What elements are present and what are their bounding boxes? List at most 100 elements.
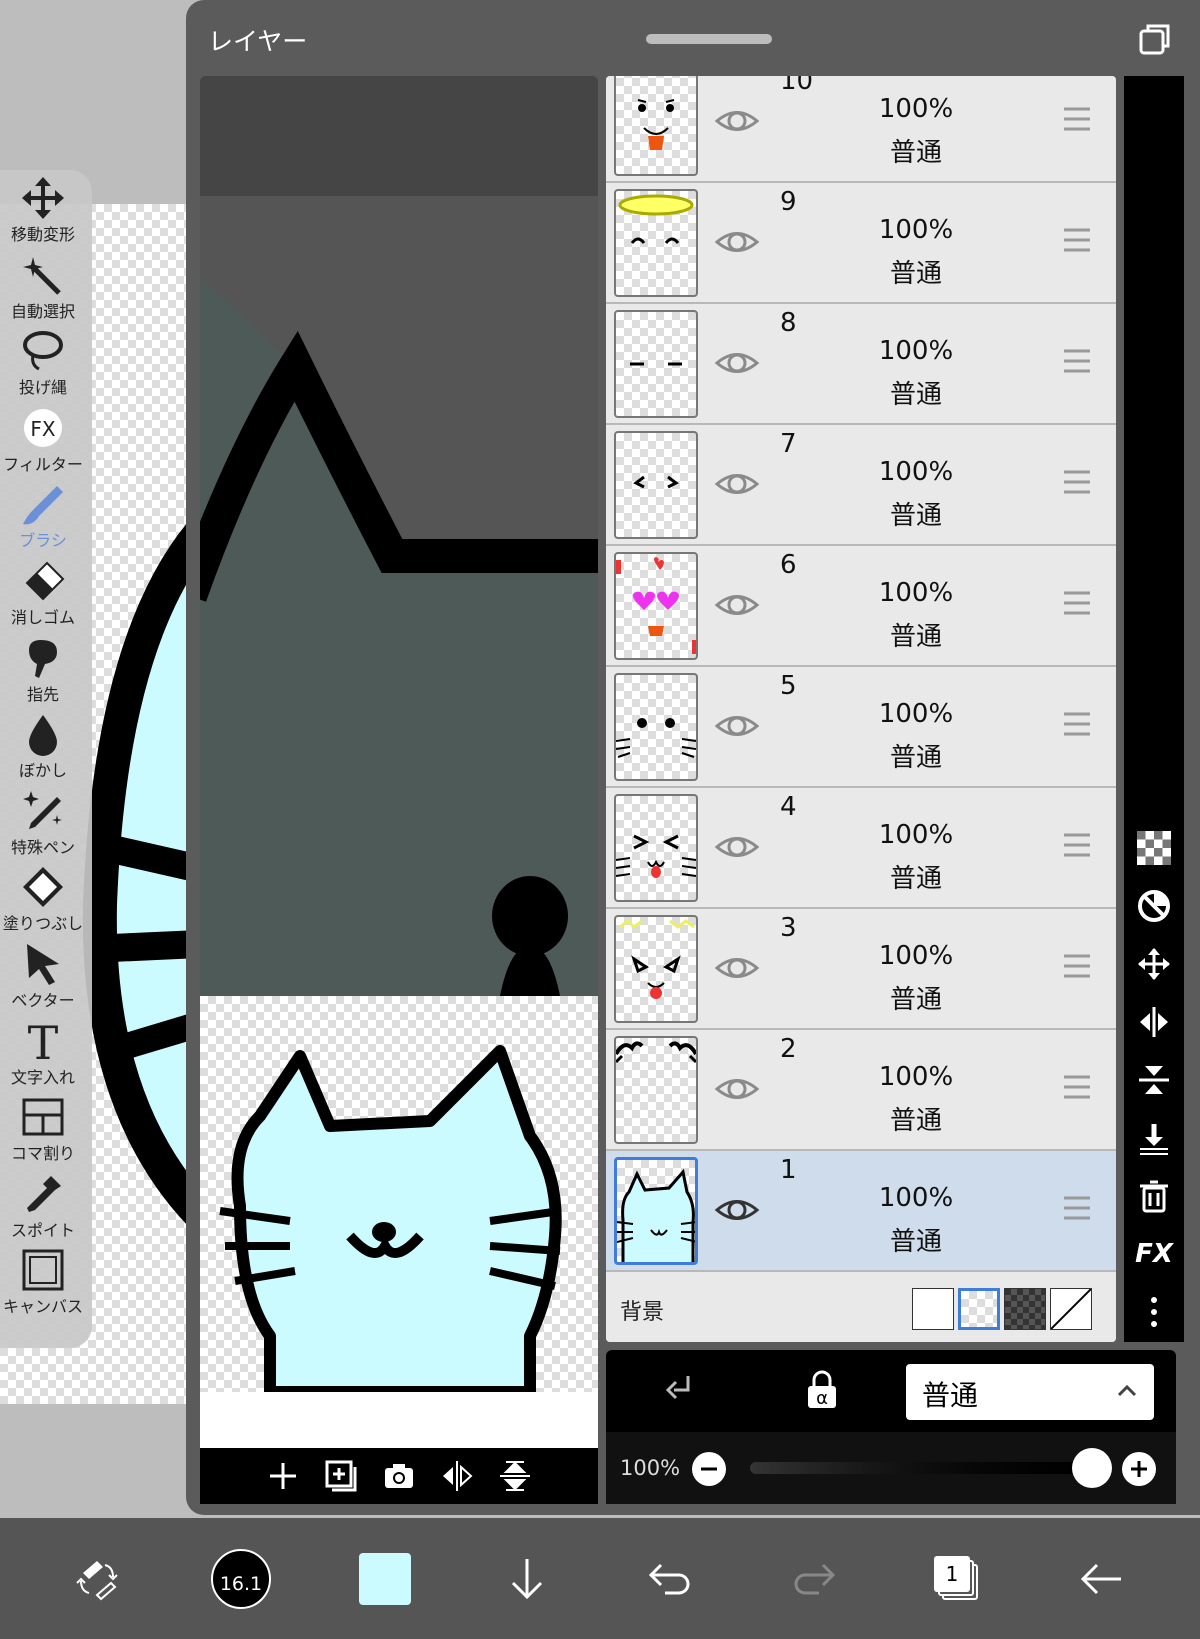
- add-layer-copy-icon[interactable]: [324, 1459, 358, 1493]
- drag-handle-icon[interactable]: [1062, 590, 1092, 616]
- layer-row[interactable]: 8 100% 普通: [606, 304, 1116, 425]
- visibility-eye-icon[interactable]: [714, 1187, 760, 1233]
- tool-text[interactable]: T 文字入れ: [0, 1019, 86, 1096]
- layer-fx-icon[interactable]: FX: [1132, 1234, 1176, 1274]
- opacity-slider-track[interactable]: [750, 1462, 1090, 1474]
- tool-canvas[interactable]: キャンバス: [0, 1248, 86, 1325]
- drag-handle-icon[interactable]: [1062, 348, 1092, 374]
- tool-magic[interactable]: 自動選択: [0, 253, 86, 330]
- tool-vector[interactable]: ベクター: [0, 942, 86, 1019]
- layer-row[interactable]: 4 100% 普通: [606, 788, 1116, 909]
- opacity-decrease-button[interactable]: [690, 1450, 728, 1492]
- back-arrow-icon[interactable]: [1070, 1548, 1132, 1610]
- tool-blur[interactable]: ぼかし: [0, 712, 86, 789]
- layer-row[interactable]: 3 100% 普通: [606, 909, 1116, 1030]
- add-layer-icon[interactable]: [266, 1459, 300, 1493]
- color-button[interactable]: [354, 1548, 416, 1610]
- layer-opacity: 100%: [878, 941, 954, 971]
- visibility-eye-icon[interactable]: [714, 703, 760, 749]
- layer-row[interactable]: 9 100% 普通: [606, 183, 1116, 304]
- layer-opacity: 100%: [878, 699, 954, 729]
- tool-filter[interactable]: FX フィルター: [0, 406, 86, 483]
- layer-row[interactable]: 10 100% 普通: [606, 76, 1116, 183]
- flip-horizontal-icon[interactable]: [440, 1459, 474, 1493]
- drag-handle-icon[interactable]: [1062, 1074, 1092, 1100]
- tool-eraser[interactable]: 消しゴム: [0, 559, 86, 636]
- brush-size-button[interactable]: 16.1: [210, 1548, 272, 1610]
- drag-handle-icon[interactable]: [1062, 832, 1092, 858]
- drag-handle-icon[interactable]: [1062, 953, 1092, 979]
- layer-thumbnail[interactable]: [614, 794, 698, 902]
- layer-thumbnail[interactable]: [614, 76, 698, 176]
- visibility-eye-icon[interactable]: [714, 219, 760, 265]
- tool-lasso[interactable]: 投げ縄: [0, 329, 86, 406]
- visibility-eye-icon[interactable]: [714, 340, 760, 386]
- sparkle-pen-icon: [21, 789, 65, 833]
- layer-blend-mode: 普通: [889, 138, 942, 168]
- tool-eyedrop[interactable]: スポイト: [0, 1172, 86, 1249]
- tool-label: フィルター: [3, 454, 83, 474]
- background-dark-swatch[interactable]: [1004, 1288, 1046, 1330]
- tool-brush[interactable]: ブラシ: [0, 482, 86, 559]
- visibility-eye-icon[interactable]: [714, 824, 760, 870]
- opacity-increase-button[interactable]: [1120, 1450, 1158, 1492]
- layer-opacity: 100%: [878, 336, 954, 366]
- drag-handle-icon[interactable]: [1062, 711, 1092, 737]
- flip-layer-horizontal-icon[interactable]: [1132, 1002, 1176, 1042]
- layer-row[interactable]: 2 100% 普通: [606, 1030, 1116, 1151]
- swap-tool-icon[interactable]: [66, 1548, 128, 1610]
- trash-icon[interactable]: [1132, 1176, 1176, 1216]
- background-white-swatch[interactable]: [912, 1288, 954, 1330]
- layer-thumbnail[interactable]: [614, 915, 698, 1023]
- clip-arrow-icon[interactable]: [662, 1372, 698, 1412]
- visibility-eye-icon[interactable]: [714, 1066, 760, 1112]
- layer-list[interactable]: 10 100% 普通 9 100% 普通 8 100% 普通 7 100% 普通 6 100% 普通 5 100…: [606, 76, 1116, 1342]
- move-layer-icon[interactable]: [1132, 944, 1176, 984]
- transparency-lock-icon[interactable]: [1132, 828, 1176, 868]
- camera-icon[interactable]: [382, 1459, 416, 1493]
- drag-handle-icon[interactable]: [1062, 227, 1092, 253]
- layer-thumbnail[interactable]: [614, 189, 698, 297]
- layer-row[interactable]: 1 100% 普通: [606, 1151, 1116, 1272]
- layer-row[interactable]: 6 100% 普通: [606, 546, 1116, 667]
- visibility-eye-icon[interactable]: [714, 582, 760, 628]
- layer-row[interactable]: 5 100% 普通: [606, 667, 1116, 788]
- alpha-lock-icon[interactable]: α: [804, 1370, 840, 1414]
- svg-text:T: T: [28, 1019, 59, 1063]
- visibility-eye-icon[interactable]: [714, 98, 760, 144]
- drag-handle-icon[interactable]: [1062, 106, 1092, 132]
- layer-thumbnail[interactable]: [614, 552, 698, 660]
- tool-fill[interactable]: 塗りつぶし: [0, 865, 86, 942]
- drag-handle-icon[interactable]: [1062, 1195, 1092, 1221]
- down-arrow-icon[interactable]: [496, 1548, 558, 1610]
- layer-row[interactable]: 7 100% 普通: [606, 425, 1116, 546]
- visibility-eye-icon[interactable]: [714, 461, 760, 507]
- drag-handle-icon[interactable]: [1062, 469, 1092, 495]
- more-options-icon[interactable]: [1132, 1292, 1176, 1332]
- tool-frame[interactable]: コマ割り: [0, 1095, 86, 1172]
- panel-grabber[interactable]: [646, 34, 772, 44]
- background-transparent-swatch[interactable]: [958, 1288, 1000, 1330]
- merge-down-icon[interactable]: [1132, 1118, 1176, 1158]
- flip-vertical-icon[interactable]: [498, 1459, 532, 1493]
- tool-move[interactable]: 移動変形: [0, 176, 86, 253]
- window-toggle-icon[interactable]: [1138, 22, 1172, 56]
- redo-icon[interactable]: [782, 1548, 844, 1610]
- blend-mode-select[interactable]: 普通: [906, 1364, 1154, 1420]
- tool-label: ぼかし: [18, 761, 67, 781]
- layer-preview[interactable]: [200, 76, 598, 1504]
- background-none-swatch[interactable]: [1050, 1288, 1092, 1330]
- flip-layer-vertical-icon[interactable]: [1132, 1060, 1176, 1100]
- opacity-slider-knob[interactable]: [1072, 1448, 1112, 1488]
- tool-special[interactable]: 特殊ペン: [0, 789, 86, 866]
- visibility-eye-icon[interactable]: [714, 945, 760, 991]
- undo-icon[interactable]: [640, 1548, 702, 1610]
- layers-button[interactable]: 1: [926, 1548, 988, 1610]
- layer-thumbnail[interactable]: [614, 673, 698, 781]
- layer-thumbnail[interactable]: [614, 431, 698, 539]
- layer-thumbnail[interactable]: [614, 310, 698, 418]
- layer-thumbnail[interactable]: [614, 1036, 698, 1144]
- layer-thumbnail[interactable]: [614, 1157, 698, 1265]
- clipping-mask-icon[interactable]: [1132, 886, 1176, 926]
- tool-smudge[interactable]: 指先: [0, 636, 86, 713]
